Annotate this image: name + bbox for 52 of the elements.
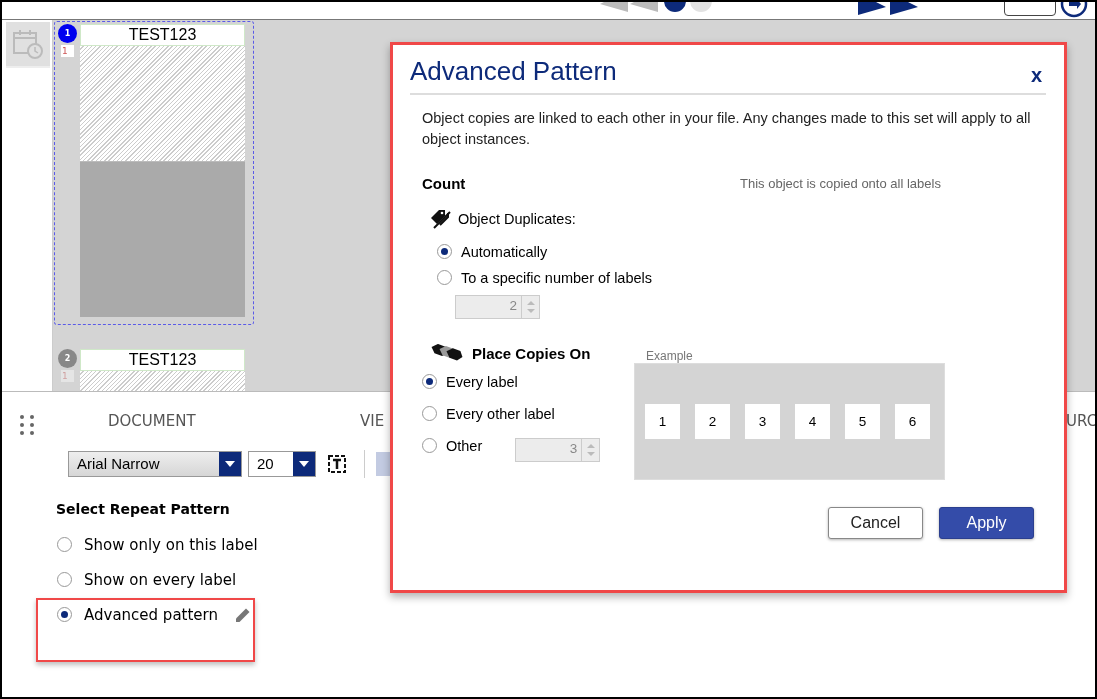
text-box-icon[interactable]	[327, 454, 347, 474]
calendar-clock-icon	[12, 28, 44, 60]
section-heading: Place Copies On	[472, 344, 591, 362]
label-text: TEST123	[80, 24, 245, 46]
cancel-button[interactable]: Cancel	[828, 507, 923, 539]
quantity-field[interactable]: 1	[61, 45, 74, 57]
panel-tab[interactable]: DOCUMENT	[108, 412, 196, 430]
example-label-tile: 6	[895, 404, 930, 439]
panel-tab[interactable]: VIE	[360, 412, 385, 430]
option-label[interactable]: Other	[446, 437, 483, 454]
example-label-tile: 2	[695, 404, 730, 439]
example-label-tile: 4	[795, 404, 830, 439]
option-label[interactable]: Advanced pattern	[84, 605, 218, 624]
option-label[interactable]: Show only on this label	[84, 535, 258, 554]
example-label-tile: 5	[845, 404, 880, 439]
radio-button[interactable]	[57, 607, 72, 622]
option-label[interactable]: To a specific number of labels	[461, 269, 652, 286]
radio-button[interactable]	[422, 438, 437, 453]
size-dropdown[interactable]: 20	[248, 451, 316, 477]
option-label[interactable]: Every other label	[446, 405, 555, 422]
apply-button[interactable]: Apply	[939, 507, 1034, 539]
section-heading: Count	[422, 175, 467, 192]
note-text: This object is copied onto all labels	[740, 176, 941, 191]
drag-handle-icon[interactable]	[19, 414, 35, 436]
example-label-tile: 1	[645, 404, 680, 439]
radio-button[interactable]	[422, 406, 437, 421]
caret-icon	[225, 461, 235, 467]
calendar-clock-button[interactable]	[6, 22, 50, 68]
example-label-tile: 3	[745, 404, 780, 439]
font-dropdown[interactable]: Arial Narrow	[68, 451, 242, 477]
section-heading: Select Repeat Pattern	[56, 501, 231, 517]
radio-button[interactable]	[57, 572, 72, 587]
option-label[interactable]: Show on every label	[84, 570, 237, 589]
label-number: 2	[58, 349, 77, 368]
label-text: TEST123	[80, 349, 245, 371]
radio-button[interactable]	[57, 537, 72, 552]
caret-icon	[299, 461, 309, 467]
close-button[interactable]: x	[1026, 64, 1046, 93]
dialog-title: Advanced Pattern	[410, 56, 617, 88]
radio-button[interactable]	[437, 270, 452, 285]
example-label: Example	[646, 349, 694, 363]
label-number: 1	[58, 24, 77, 43]
radio-button[interactable]	[422, 374, 437, 389]
intro-text: Object copies are linked to each other in your file. Any changes made to this set will apply to all object instances.	[422, 109, 1032, 149]
label-card[interactable]: 1 1 TEST123	[54, 21, 254, 325]
radio-button[interactable]	[437, 244, 452, 259]
field-label: Object Duplicates:	[458, 211, 576, 227]
option-label[interactable]: Every label	[446, 373, 518, 390]
label-card[interactable]: 2 1 TEST123	[54, 346, 254, 391]
tags-icon	[430, 209, 452, 229]
tags-icon	[430, 344, 464, 362]
option-label[interactable]: Automatically	[461, 243, 548, 260]
